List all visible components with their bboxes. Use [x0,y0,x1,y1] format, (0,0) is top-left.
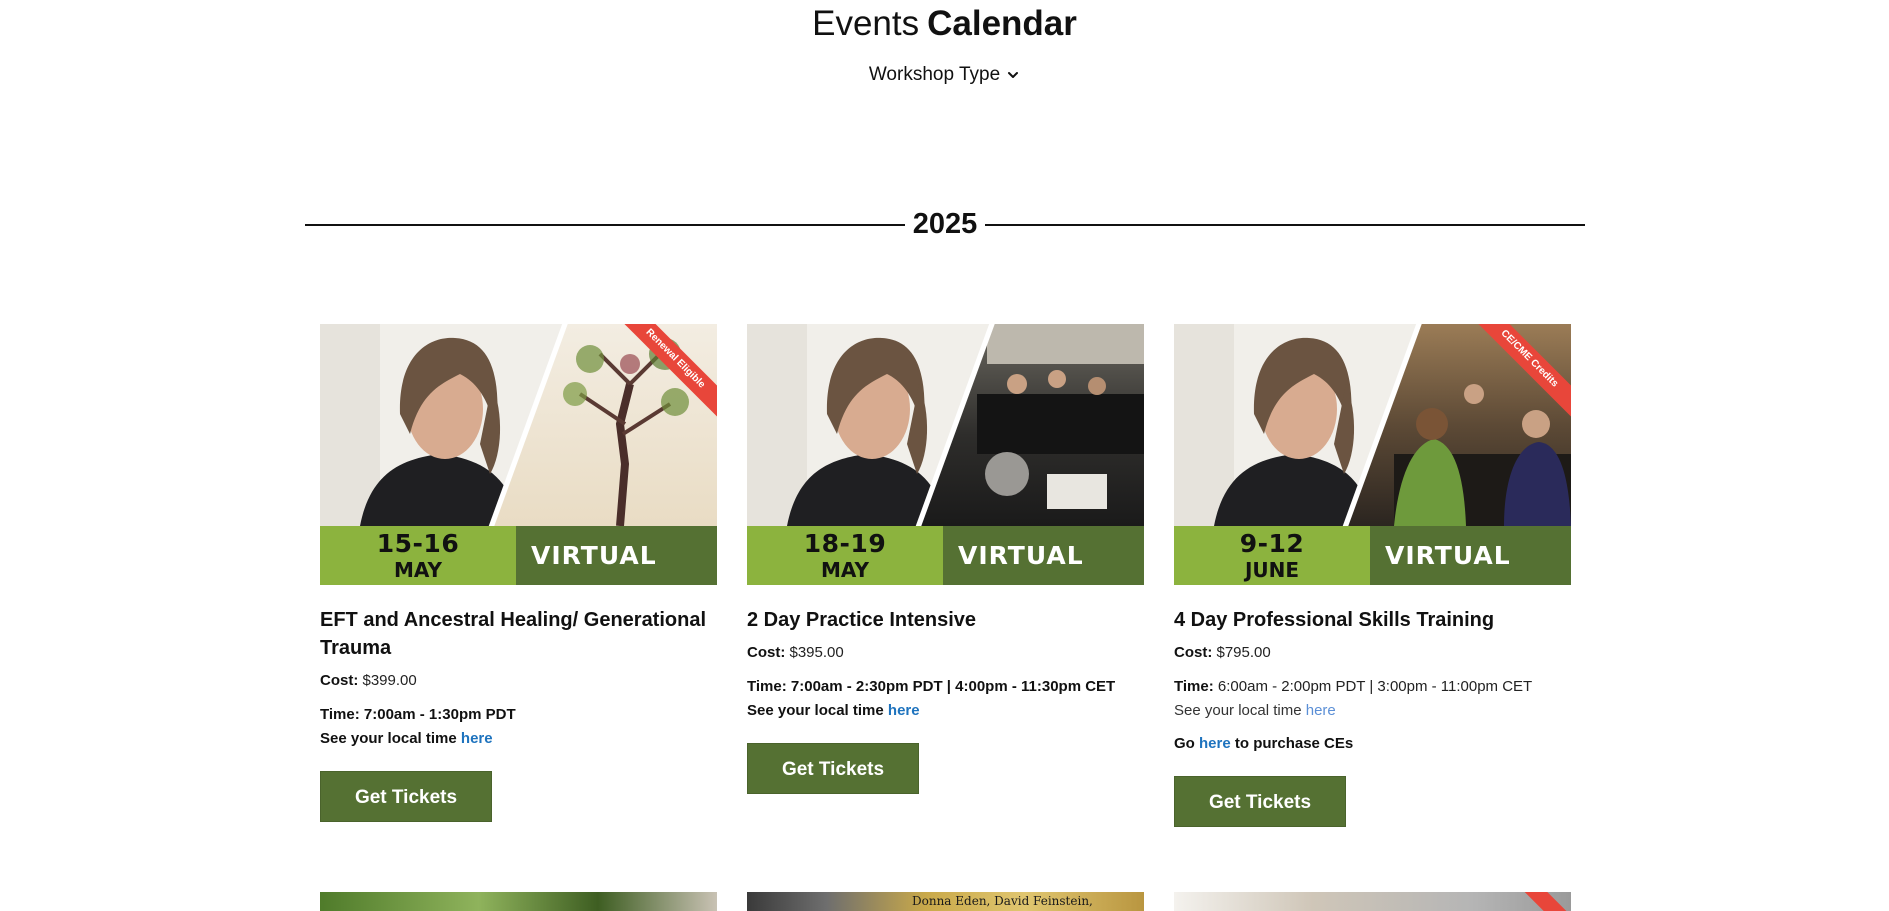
cost-label: Cost: [320,672,359,689]
next-event-image[interactable] [320,892,717,911]
next-event-image-text: Donna Eden, David Feinstein, [912,894,1093,908]
local-time-prefix: See your local time [747,702,884,719]
purchase-ces-link[interactable]: here [1199,735,1231,752]
event-cost: Cost: $795.00 [1174,643,1571,663]
year-heading: 2025 [912,208,978,240]
cost-label: Cost: [1174,644,1213,661]
divider-line-right [985,224,1585,226]
local-time-line: See your local time here [747,701,1144,721]
local-time-prefix: See your local time [320,730,457,747]
time-label: Time: [1174,678,1214,695]
next-event-ribbon [1515,892,1571,911]
event-cost: Cost: $399.00 [320,671,717,691]
event-title[interactable]: 4 Day Professional Skills Training [1174,606,1571,634]
event-format: VIRTUAL [1370,526,1571,585]
get-tickets-button[interactable]: Get Tickets [1174,776,1346,827]
next-event-image[interactable]: Donna Eden, David Feinstein, [747,892,1144,911]
event-date-month: JUNE [1244,558,1300,582]
cost-value: $399.00 [362,672,417,689]
event-date: 15-16 MAY [320,526,516,585]
event-time: Time: 7:00am - 1:30pm PDT [320,706,516,723]
event-time: Time: 6:00am - 2:00pm PDT | 3:00pm - 11:… [1174,677,1571,697]
event-date-days: 18-19 [803,529,887,558]
event-banner-image[interactable]: CE/CME Credits 9-12 JUNE VIRTUAL [1174,324,1571,585]
divider-line-left [305,224,905,226]
local-time-line: See your local time here [1174,701,1571,721]
event-banner-image[interactable]: Renewal Eligible 15-16 MAY VIRTUAL [320,324,717,585]
purchase-ces-line: Go here to purchase CEs [1174,734,1571,754]
purchase-prefix: Go [1174,735,1195,752]
get-tickets-button[interactable]: Get Tickets [747,743,919,794]
event-banner-image[interactable]: 18-19 MAY VIRTUAL [747,324,1144,585]
event-date: 9-12 JUNE [1174,526,1370,585]
local-time-line: See your local time here [320,729,717,749]
event-cost: Cost: $395.00 [747,643,1144,663]
event-date-month: MAY [394,558,442,582]
event-format: VIRTUAL [516,526,717,585]
workshop-type-filter: Workshop Type [0,62,1889,88]
event-card: Renewal Eligible 15-16 MAY VIRTUAL EFT a… [320,324,717,822]
get-tickets-button[interactable]: Get Tickets [320,771,492,822]
event-format: VIRTUAL [943,526,1144,585]
event-date-month: MAY [821,558,869,582]
next-event-image[interactable] [1174,892,1571,911]
event-date-days: 9-12 [1239,529,1305,558]
local-time-link[interactable]: here [461,730,493,747]
page-title-bold: Calendar [927,4,1077,43]
local-time-prefix: See your local time [1174,702,1302,719]
event-date-days: 15-16 [376,529,460,558]
event-card: CE/CME Credits 9-12 JUNE VIRTUAL 4 Day P… [1174,324,1571,827]
time-value: 6:00am - 2:00pm PDT | 3:00pm - 11:00pm C… [1217,678,1533,695]
chevron-down-icon [1008,72,1019,78]
purchase-suffix: to purchase CEs [1234,735,1354,752]
event-time: Time: 7:00am - 2:30pm PDT | 4:00pm - 11:… [747,678,1116,695]
events-calendar-page: Events Calendar Workshop Type 2025 Renew… [0,0,1889,911]
event-card: 18-19 MAY VIRTUAL 2 Day Practice Intensi… [747,324,1144,794]
cost-label: Cost: [747,644,786,661]
local-time-link[interactable]: here [888,702,920,719]
year-divider: 2025 [305,205,1585,243]
workshop-type-label: Workshop Type [868,64,1001,85]
local-time-link[interactable]: here [1306,702,1336,719]
workshop-type-dropdown[interactable]: Workshop Type [869,62,1020,88]
cost-value: $795.00 [1216,644,1271,661]
page-title-light: Events [812,4,920,43]
event-title[interactable]: EFT and Ancestral Healing/ Generational … [320,606,717,662]
page-title: Events Calendar [0,2,1889,46]
event-date: 18-19 MAY [747,526,943,585]
cost-value: $395.00 [789,644,844,661]
event-title[interactable]: 2 Day Practice Intensive [747,606,1144,634]
